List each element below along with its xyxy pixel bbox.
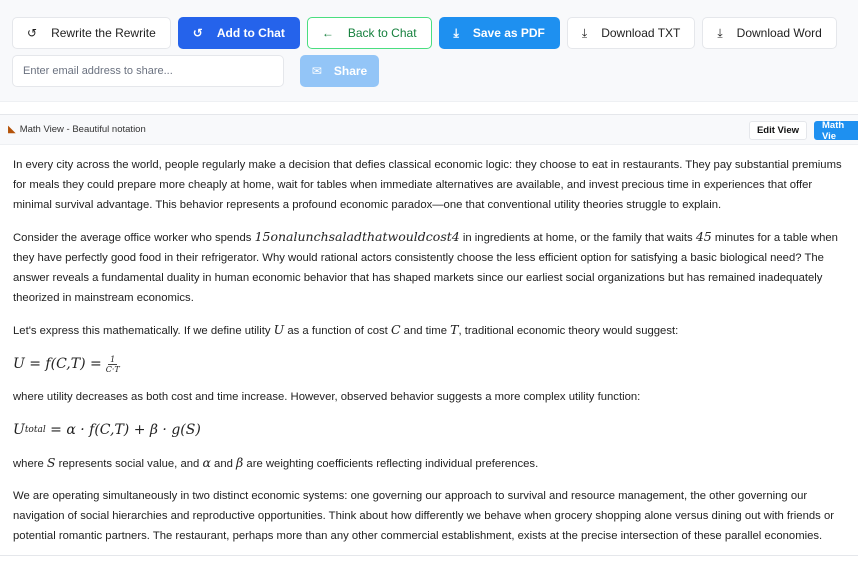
math-inline: S [46, 455, 56, 470]
numerator: 1 [108, 354, 118, 365]
paragraph: where utility decreases as both cost and… [13, 391, 641, 403]
subscript: total [24, 425, 46, 435]
edit-view-button[interactable]: Edit View [748, 121, 807, 140]
text: as a function of cost [284, 325, 391, 337]
download-word-button[interactable]: ⤓ Download Word [702, 17, 837, 49]
panel-header: ◣ Math View - Beautiful notation Edit Vi… [0, 115, 858, 145]
download-icon: ⤓ [581, 25, 588, 40]
text: are weighting coefficients reflecting in… [243, 458, 539, 470]
math-view-button[interactable]: Math Vie [814, 120, 858, 142]
fraction: 1 C·T [106, 355, 120, 374]
math-inline: 45 [695, 229, 712, 244]
equation-total-utility: Utotal = α · f(C,T) + β · g(S) [13, 419, 845, 441]
document-content: In every city across the world, people r… [0, 145, 858, 546]
paragraph: In every city across the world, people r… [13, 159, 842, 211]
toolbar: ↺ Rewrite the Rewrite ↺ Add to Chat ← Back … [0, 0, 858, 102]
mail-icon: ✉ [311, 64, 322, 78]
math-inline: C [390, 322, 401, 337]
email-input[interactable] [12, 55, 284, 87]
equation-text: U [13, 422, 25, 438]
text: Let's express this mathematically. If we… [13, 325, 274, 337]
math-inline: α [202, 455, 211, 470]
save-pdf-button[interactable]: ⤓ Save as PDF [438, 17, 560, 49]
share-button[interactable]: ✉ Share [300, 55, 379, 87]
text: and [210, 458, 237, 470]
math-inline: 15onalunchsaladthatwouldcost4 [254, 229, 460, 244]
download-txt-button[interactable]: ⤓ Download TXT [566, 17, 696, 49]
download-icon: ⤓ [717, 25, 723, 40]
download-icon: ⤓ [453, 25, 459, 40]
paragraph: where S represents social value, and α a… [13, 453, 845, 474]
math-inline: U [273, 322, 285, 337]
rewrite-button[interactable]: ↺ Rewrite the Rewrite [12, 17, 171, 49]
equation-utility: U = f(C,T) = 1 C·T [13, 353, 845, 375]
text: , traditional economic theory would sugg… [458, 325, 679, 337]
triangle-ruler-icon: ◣ [8, 124, 16, 135]
back-to-chat-button[interactable]: ← Back to Chat [306, 17, 432, 49]
math-view-panel: ◣ Math View - Beautiful notation Edit Vi… [0, 114, 858, 556]
text: and time [400, 325, 451, 337]
text: Consider the average office worker who s… [13, 232, 255, 244]
rotate-ccw-icon: ↺ [27, 26, 38, 40]
paragraph: Consider the average office worker who s… [13, 227, 845, 308]
denominator: C·T [105, 364, 120, 374]
add-to-chat-button[interactable]: ↺ Add to Chat [177, 17, 300, 49]
panel-title: Math View - Beautiful notation [19, 124, 146, 135]
arrow-left-icon: ← [321, 26, 334, 40]
equation-text: U = f(C,T) = [13, 356, 102, 372]
paragraph: We are operating simultaneously in two d… [13, 490, 834, 542]
text: in ingredients at home, or the family th… [459, 232, 696, 244]
text: represents social value, and [55, 458, 203, 470]
text: where [13, 458, 47, 470]
rotate-ccw-icon: ↺ [192, 26, 203, 40]
equation-text: = α · f(C,T) + β · g(S) [45, 422, 201, 438]
paragraph: Let's express this mathematically. If we… [13, 320, 845, 341]
